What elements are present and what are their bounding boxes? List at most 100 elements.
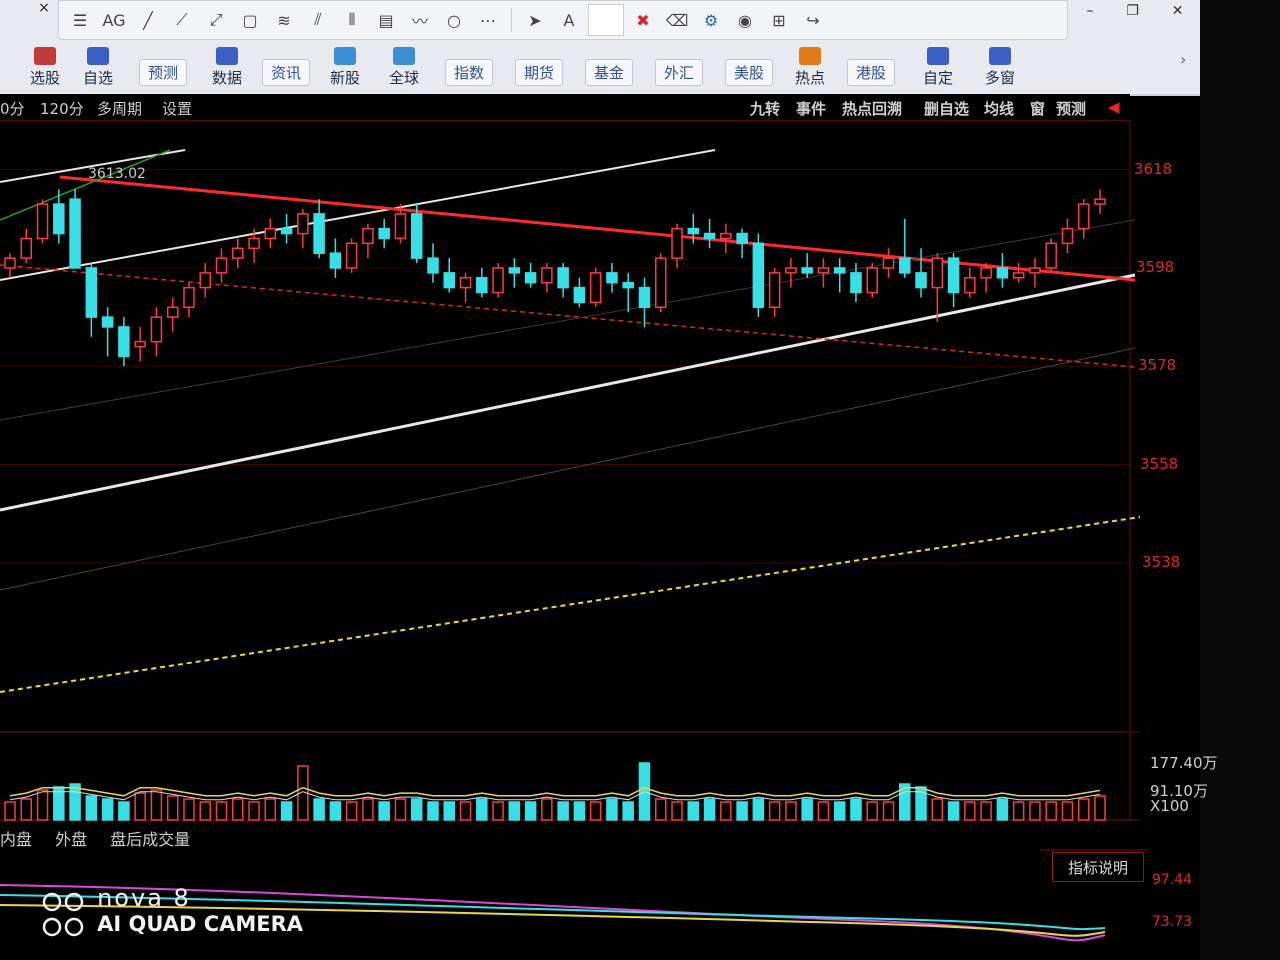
- tab-after-hours[interactable]: 盘后成交量: [110, 830, 190, 849]
- candle-body: [118, 326, 130, 358]
- window-close-icon[interactable]: ✕: [1172, 3, 1184, 19]
- volume-bar: [394, 798, 407, 821]
- toolbar-separator: [511, 8, 512, 32]
- candle-body: [199, 272, 211, 289]
- nav-item-13[interactable]: 港股: [836, 42, 906, 92]
- volume-bar: [524, 801, 537, 821]
- volume-bar: [101, 798, 114, 821]
- settings-icon[interactable]: ⚙: [696, 5, 726, 35]
- chart-tool-1[interactable]: 事件: [796, 98, 826, 119]
- candle-body: [866, 267, 878, 294]
- collapse-icon[interactable]: ◀: [1108, 98, 1120, 116]
- candle-body: [297, 213, 309, 235]
- line-icon[interactable]: ╱: [133, 5, 163, 35]
- candle-body: [801, 267, 813, 274]
- multi-period[interactable]: 多周期: [97, 98, 142, 119]
- watermark-model: nova 8: [97, 884, 191, 912]
- nav-icon: [216, 47, 238, 65]
- chart-tool-4[interactable]: 均线: [984, 98, 1014, 119]
- candle-body: [557, 267, 569, 289]
- nav-item-7[interactable]: 指数: [434, 42, 504, 92]
- vlines-icon[interactable]: ⦀: [337, 5, 367, 35]
- eye-icon[interactable]: ◉: [730, 5, 760, 35]
- candle-body: [508, 267, 521, 274]
- parallel-icon[interactable]: ⫽: [303, 5, 333, 35]
- camera-logo-icon: [42, 917, 84, 936]
- delete-icon[interactable]: ✖: [628, 5, 658, 35]
- circle-icon[interactable]: ○: [439, 5, 469, 35]
- sliders-icon[interactable]: ☰: [65, 5, 95, 35]
- segment-icon[interactable]: ⤢: [201, 5, 231, 35]
- nav-item-11[interactable]: 美股: [714, 42, 784, 92]
- volume-bar: [20, 798, 33, 821]
- nav-item-8[interactable]: 期货: [504, 42, 574, 92]
- chevron-right-icon[interactable]: ›: [1180, 50, 1186, 69]
- wave-icon[interactable]: 〰: [405, 5, 435, 35]
- candle-body: [427, 257, 439, 274]
- nav-item-1[interactable]: 自选: [68, 42, 128, 92]
- nav-label: 预测: [138, 59, 187, 86]
- erase-icon[interactable]: ⌫: [662, 5, 692, 35]
- indicator-help-button[interactable]: 指标说明: [1052, 852, 1144, 882]
- drawing-toolbar: ☰ AG ╱ ⟋ ⤢ ▢ ≋ ⫽ ⦀ ▤ 〰 ○ ⋯ ➤ A ✖ ⌫ ⚙ ◉ ⊞ ↪: [58, 0, 1068, 40]
- pointer-icon[interactable]: ➤: [520, 5, 550, 35]
- volume-bar: [980, 801, 992, 821]
- toolbar-close-icon[interactable]: ×: [34, 0, 54, 18]
- candle-body: [36, 203, 49, 240]
- volume-bar: [476, 798, 488, 821]
- nav-item-15[interactable]: 多窗: [970, 42, 1030, 92]
- price-axis-label: 3578: [1138, 356, 1177, 375]
- period-bar: 0分 120分 多周期 设置 九转 事件 热点回溯 删自选 均线窗预测 ◀: [0, 94, 1130, 121]
- chart-tool-3[interactable]: 删自选: [924, 98, 969, 119]
- candle-body: [703, 232, 716, 240]
- restore-icon[interactable]: ❐: [1126, 3, 1139, 19]
- chart-tool-6[interactable]: 预测: [1056, 98, 1086, 119]
- volume-max-label: 177.40万: [1150, 754, 1218, 772]
- more-icon[interactable]: ⋯: [473, 5, 503, 35]
- volume-bar: [1012, 801, 1025, 821]
- nav-item-9[interactable]: 基金: [574, 42, 644, 92]
- candle-body: [459, 277, 472, 289]
- tab-outer[interactable]: 外盘: [55, 830, 87, 849]
- nav-label: 资讯: [261, 59, 310, 86]
- chart-tool-0[interactable]: 九转: [750, 98, 780, 119]
- grid-icon[interactable]: ⊞: [764, 5, 794, 35]
- candle-body: [915, 272, 927, 289]
- fan-icon[interactable]: ≋: [269, 5, 299, 35]
- nav-item-3[interactable]: 数据: [198, 42, 256, 92]
- candle-body: [720, 232, 732, 240]
- volume-bar: [703, 798, 716, 821]
- rect-icon[interactable]: ▢: [235, 5, 265, 35]
- nav-item-14[interactable]: 自定: [906, 42, 970, 92]
- volume-bar: [996, 798, 1009, 821]
- nav-item-0[interactable]: 选股: [22, 42, 68, 92]
- nav-item-2[interactable]: 预测: [128, 42, 198, 92]
- volume-bar: [69, 783, 81, 821]
- nav-item-6[interactable]: 全球: [374, 42, 434, 92]
- settings-link[interactable]: 设置: [162, 98, 192, 119]
- nav-item-10[interactable]: 外汇: [644, 42, 714, 92]
- period-120[interactable]: 120分: [40, 98, 84, 119]
- ray-icon[interactable]: ⟋: [167, 5, 197, 35]
- text-icon[interactable]: A: [554, 5, 584, 35]
- chart-tool-5[interactable]: 窗: [1030, 98, 1045, 119]
- share-icon[interactable]: ↪: [798, 5, 828, 35]
- chart-tool-2[interactable]: 热点回溯: [842, 98, 902, 119]
- candle-body: [329, 252, 342, 269]
- volume-bar: [1029, 801, 1041, 821]
- nav-label: 期货: [514, 59, 563, 86]
- gann-icon[interactable]: ▤: [371, 5, 401, 35]
- ag-icon[interactable]: AG: [99, 5, 129, 35]
- nav-item-4[interactable]: 资讯: [256, 42, 316, 92]
- volume-bar: [752, 798, 765, 821]
- color-swatch[interactable]: [588, 4, 624, 36]
- candle-body: [101, 316, 114, 328]
- nav-item-5[interactable]: 新股: [316, 42, 374, 92]
- period-min[interactable]: 0分: [0, 98, 25, 119]
- candle-body: [410, 213, 423, 259]
- nav-item-12[interactable]: 热点: [784, 42, 836, 92]
- nav-label: 基金: [584, 59, 633, 86]
- minimize-icon[interactable]: –: [1086, 3, 1093, 19]
- candle-body: [1061, 227, 1074, 245]
- tab-inner[interactable]: 内盘: [0, 830, 32, 849]
